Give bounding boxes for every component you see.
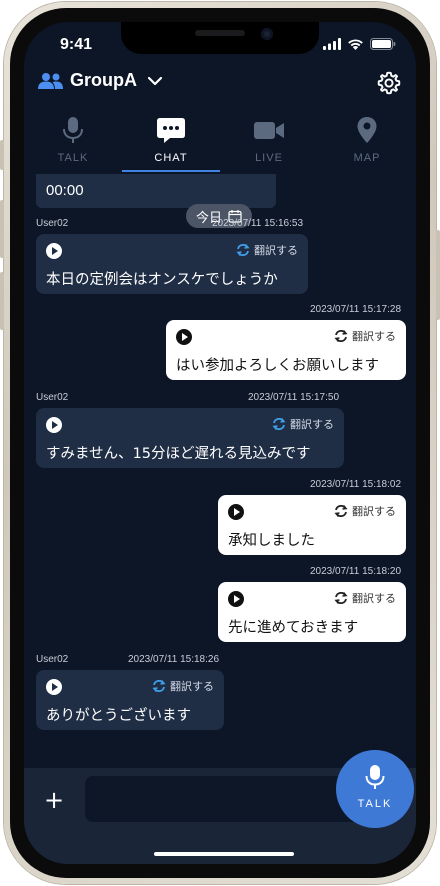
- status-icons: [323, 38, 396, 50]
- translate-button[interactable]: 翻訳する: [334, 590, 396, 606]
- group-users-icon: [38, 72, 63, 89]
- recording-timer: 00:00: [36, 174, 276, 208]
- translate-refresh-icon: [334, 592, 348, 604]
- message-bubble-incoming: 翻訳する ありがとうございます: [36, 670, 224, 730]
- play-audio-icon[interactable]: [46, 243, 62, 259]
- tab-live-label: LIVE: [255, 152, 283, 164]
- timer-text: 00:00: [46, 182, 84, 199]
- video-camera-icon: [254, 122, 284, 139]
- translate-label: 翻訳する: [352, 505, 396, 518]
- translate-label: 翻訳する: [170, 680, 214, 693]
- tab-map[interactable]: MAP: [318, 110, 416, 174]
- wifi-icon: [348, 39, 363, 50]
- speaker-grille: [195, 30, 245, 36]
- message-bubble-outgoing: 翻訳する はい参加よろしくお願いします: [166, 320, 406, 380]
- app-header: GroupA: [24, 66, 416, 110]
- cellular-signal-icon: [323, 38, 341, 50]
- talk-button-label: TALK: [357, 798, 393, 810]
- translate-button[interactable]: 翻訳する: [334, 328, 396, 344]
- battery-icon: [370, 38, 396, 50]
- translate-button[interactable]: 翻訳する: [334, 503, 396, 519]
- translate-label: 翻訳する: [352, 330, 396, 343]
- tab-talk[interactable]: TALK: [24, 110, 122, 174]
- tab-chat[interactable]: CHAT: [122, 110, 220, 174]
- group-name: GroupA: [70, 70, 137, 90]
- message-text: 先に進めておきます: [228, 620, 359, 636]
- silent-switch: [0, 140, 4, 170]
- translate-refresh-icon: [334, 505, 348, 517]
- message-text: 本日の定例会はオンスケでしょうか: [46, 272, 278, 288]
- volume-up-button: [0, 200, 4, 258]
- front-camera: [261, 28, 273, 40]
- message-timestamp: 2023/07/11 15:18:02: [310, 479, 402, 490]
- notch: [121, 22, 319, 54]
- talk-button[interactable]: TALK: [336, 750, 414, 828]
- play-audio-icon[interactable]: [176, 329, 192, 345]
- translate-refresh-icon: [236, 244, 250, 256]
- message-sender: User02: [36, 218, 69, 229]
- message-timestamp: 2023/07/11 15:16:53: [212, 218, 304, 229]
- translate-refresh-icon: [334, 330, 348, 342]
- chevron-down-icon: [147, 76, 163, 85]
- map-pin-icon: [357, 117, 377, 143]
- settings-gear-icon[interactable]: [376, 70, 402, 96]
- translate-refresh-icon: [272, 418, 286, 430]
- play-audio-icon[interactable]: [46, 417, 62, 433]
- message-bubble-incoming: 翻訳する 本日の定例会はオンスケでしょうか: [36, 234, 308, 294]
- tab-live[interactable]: LIVE: [220, 110, 318, 174]
- tab-bar: TALK CHAT LIVE MAP: [24, 110, 416, 174]
- message-text: ありがとうございます: [46, 708, 191, 724]
- translate-button[interactable]: 翻訳する: [272, 416, 334, 432]
- add-attachment-button[interactable]: +: [44, 786, 68, 816]
- volume-down-button: [0, 272, 4, 330]
- translate-label: 翻訳する: [254, 244, 298, 257]
- group-selector[interactable]: GroupA: [38, 70, 163, 91]
- message-bubble-outgoing: 翻訳する 承知しました: [218, 495, 406, 555]
- message-timestamp: 2023/07/11 15:18:26: [128, 654, 220, 665]
- translate-label: 翻訳する: [290, 418, 334, 431]
- microphone-icon: [63, 117, 83, 143]
- tab-chat-label: CHAT: [154, 152, 188, 164]
- screen: 9:41 GroupA TALK CHAT LIVE MAP 00:00 今日 …: [24, 22, 416, 864]
- chat-message-list[interactable]: 00:00 今日 User02 2023/07/11 15:16:53 翻訳する…: [24, 174, 416, 764]
- microphone-icon: [365, 765, 385, 789]
- message-text: はい参加よろしくお願いします: [176, 358, 379, 374]
- message-input[interactable]: [85, 776, 375, 822]
- message-text: すみません、15分ほど遅れる見込みです: [46, 446, 311, 462]
- translate-refresh-icon: [152, 680, 166, 692]
- home-indicator: [154, 852, 294, 856]
- tab-talk-label: TALK: [57, 152, 89, 164]
- translate-button[interactable]: 翻訳する: [236, 242, 298, 258]
- message-timestamp: 2023/07/11 15:17:50: [248, 392, 340, 403]
- status-time: 9:41: [60, 36, 93, 53]
- play-audio-icon[interactable]: [228, 591, 244, 607]
- message-bubble-outgoing: 翻訳する 先に進めておきます: [218, 582, 406, 642]
- message-bubble-incoming: 翻訳する すみません、15分ほど遅れる見込みです: [36, 408, 344, 468]
- message-sender: User02: [36, 392, 69, 403]
- chat-bubble-icon: [157, 118, 185, 143]
- message-sender: User02: [36, 654, 69, 665]
- play-audio-icon[interactable]: [228, 504, 244, 520]
- power-button: [436, 230, 440, 320]
- translate-label: 翻訳する: [352, 592, 396, 605]
- translate-button[interactable]: 翻訳する: [152, 678, 214, 694]
- message-timestamp: 2023/07/11 15:17:28: [310, 304, 402, 315]
- tab-map-label: MAP: [353, 152, 381, 164]
- message-text: 承知しました: [228, 533, 315, 549]
- play-audio-icon[interactable]: [46, 679, 62, 695]
- message-timestamp: 2023/07/11 15:18:20: [310, 566, 402, 577]
